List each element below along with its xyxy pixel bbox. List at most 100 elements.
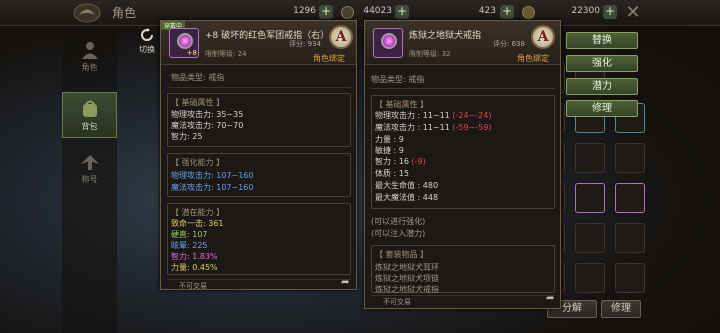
add-diamond-button[interactable]: + xyxy=(500,5,514,19)
enhance-stats-title: 【 强化能力 】 xyxy=(171,158,225,167)
nav-label: 角色 xyxy=(81,63,98,72)
tooltip-header: 炼狱之地狱犬戒指 评分: 638 限制等级: 32 A 角色绑定 xyxy=(365,21,560,65)
stat-label: 最大生命值 : 480 xyxy=(375,181,439,190)
required-level: 限制等级: 32 xyxy=(409,50,451,58)
title-icon xyxy=(80,155,99,170)
stat-label: 力量 : 9 xyxy=(375,135,404,144)
stat-line: 体质 : 15 xyxy=(375,168,409,179)
silver-coin-icon xyxy=(341,6,354,19)
gem-icon xyxy=(381,33,397,49)
inventory-slot[interactable] xyxy=(615,183,645,213)
ring-item-icon[interactable]: +8 xyxy=(169,28,199,58)
divider xyxy=(371,88,555,89)
inventory-slot[interactable] xyxy=(615,223,645,253)
required-level: 限制等级: 24 xyxy=(205,50,247,58)
stat-diff: (-59~-59) xyxy=(452,123,492,132)
potential-stat-line: 眩晕: 225 xyxy=(171,241,208,250)
set-items-title: 【 套装物品 】 xyxy=(375,250,429,259)
stat-line: 最大魔法值 : 448 xyxy=(375,192,438,203)
enhance-badge: +8 xyxy=(186,49,197,57)
stat-diff: (-24~-24) xyxy=(452,111,492,120)
stat-line: 最大生命值 : 480 xyxy=(375,180,438,191)
nav-item-title[interactable]: 称号 xyxy=(62,146,117,192)
bound-status: 角色绑定 xyxy=(517,54,549,63)
stat-diff: (-9) xyxy=(411,157,426,166)
item-type: 物品类型: 戒指 xyxy=(371,75,425,84)
inventory-slot[interactable] xyxy=(575,223,605,253)
set-item-line: 炼狱之地狱犬耳环 xyxy=(375,263,439,272)
add-gold-button[interactable]: + xyxy=(319,5,333,19)
screen-title: 角色 xyxy=(112,6,137,20)
close-icon[interactable]: ✕ xyxy=(623,3,643,23)
stat-label: 体质 : 15 xyxy=(375,169,409,178)
share-icon[interactable]: ➦ xyxy=(546,293,554,304)
enhance-stat-line: 魔法攻击力: 107~160 xyxy=(171,183,254,192)
side-nav: 角色 背包 称号 xyxy=(62,28,117,333)
potential-stats-title: 【 潜在能力 】 xyxy=(171,208,225,217)
potential-stat-line: 硬直: 107 xyxy=(171,230,208,239)
repair-all-button[interactable]: 修理 xyxy=(601,300,641,318)
stat-line: 力量 : 9 xyxy=(375,134,404,145)
stat-line: 智力 : 16 (-9) xyxy=(375,156,426,167)
compare-item-tooltip: 炼狱之地狱犬戒指 评分: 638 限制等级: 32 A 角色绑定 物品类型: 戒… xyxy=(364,20,561,309)
switch-button[interactable]: 切换 xyxy=(136,28,158,56)
add-honor-button[interactable]: + xyxy=(603,5,617,19)
potential-button[interactable]: 潜力 xyxy=(566,78,638,95)
inventory-slot[interactable] xyxy=(615,143,645,173)
stat-label: 智力 : 16 xyxy=(375,157,409,166)
grade-badge: A xyxy=(329,25,353,49)
divider xyxy=(167,279,351,280)
set-item-line: 炼狱之地狱犬戒指 xyxy=(375,285,439,293)
enhance-note: (可以进行强化) xyxy=(371,217,426,226)
base-stat-line: 物理攻击力: 35~35 xyxy=(171,110,244,119)
replace-button[interactable]: 替换 xyxy=(566,32,638,49)
honor-coin-icon xyxy=(522,6,535,19)
inventory-slot[interactable] xyxy=(575,143,605,173)
stat-label: 敏捷 : 9 xyxy=(375,146,404,155)
character-icon xyxy=(81,42,98,59)
equipped-item-tooltip: 穿戴中 +8 +8 破坏的红色军团戒指（右） 评分: 934 限制等级: 24 … xyxy=(160,20,357,290)
repair-button[interactable]: 修理 xyxy=(566,100,638,117)
item-score: 评分: 934 xyxy=(289,40,321,48)
base-stats-title: 【 基础属性 】 xyxy=(171,98,225,107)
grade-badge: A xyxy=(531,25,555,49)
potential-stat-line: 力量: 0.45% xyxy=(171,263,218,272)
share-icon[interactable]: ➦ xyxy=(341,277,349,288)
bound-status: 角色绑定 xyxy=(313,54,345,63)
nav-label: 称号 xyxy=(81,175,98,184)
ring-item-icon[interactable] xyxy=(373,28,403,58)
potential-stat-line: 致命一击: 361 xyxy=(171,219,224,228)
potential-stat-line: 智力: 1.83% xyxy=(171,252,218,261)
stat-line: 魔法攻击力 : 11~11 (-59~-59) xyxy=(375,122,491,133)
bag-icon xyxy=(82,100,97,117)
set-item-line: 炼狱之地狱犬项链 xyxy=(375,274,439,283)
refresh-icon xyxy=(141,28,153,41)
gem-icon xyxy=(177,33,193,49)
item-type: 物品类型: 戒指 xyxy=(171,73,225,82)
base-stat-line: 魔法攻击力: 70~70 xyxy=(171,121,244,130)
base-stats-title: 【 基础属性 】 xyxy=(375,100,429,109)
currency-honor-value: 22300 xyxy=(571,6,600,16)
trade-restriction: 不可交易 xyxy=(383,298,411,306)
top-bar: 角色 1296 + 44023 + 423 + 22300 + ✕ xyxy=(0,0,720,26)
inventory-slot[interactable] xyxy=(615,263,645,293)
enhance-button[interactable]: 强化 xyxy=(566,55,638,72)
item-name: 炼狱之地狱犬戒指 xyxy=(409,31,482,41)
currency-silver-value: 44023 xyxy=(363,6,392,16)
currency-gold-value: 1296 xyxy=(293,6,316,16)
inventory-slot[interactable] xyxy=(575,183,605,213)
currency-diamond-value: 423 xyxy=(478,6,496,16)
stat-label: 物理攻击力 : 11~11 xyxy=(375,111,450,120)
nav-item-character[interactable]: 角色 xyxy=(62,34,117,80)
tooltip-header: 穿戴中 +8 +8 破坏的红色军团戒指（右） 评分: 934 限制等级: 24 … xyxy=(161,21,356,65)
stat-line: 敏捷 : 9 xyxy=(375,145,404,156)
potential-note: (可以注入潜力) xyxy=(371,229,426,238)
nav-label: 背包 xyxy=(81,122,98,131)
nav-item-bag[interactable]: 背包 xyxy=(62,92,117,138)
item-score: 评分: 638 xyxy=(493,40,525,48)
divider xyxy=(167,87,351,88)
stat-line: 物理攻击力 : 11~11 (-24~-24) xyxy=(375,110,491,121)
stat-label: 魔法攻击力 : 11~11 xyxy=(375,123,450,132)
inventory-slot[interactable] xyxy=(575,263,605,293)
add-silver-button[interactable]: + xyxy=(395,5,409,19)
